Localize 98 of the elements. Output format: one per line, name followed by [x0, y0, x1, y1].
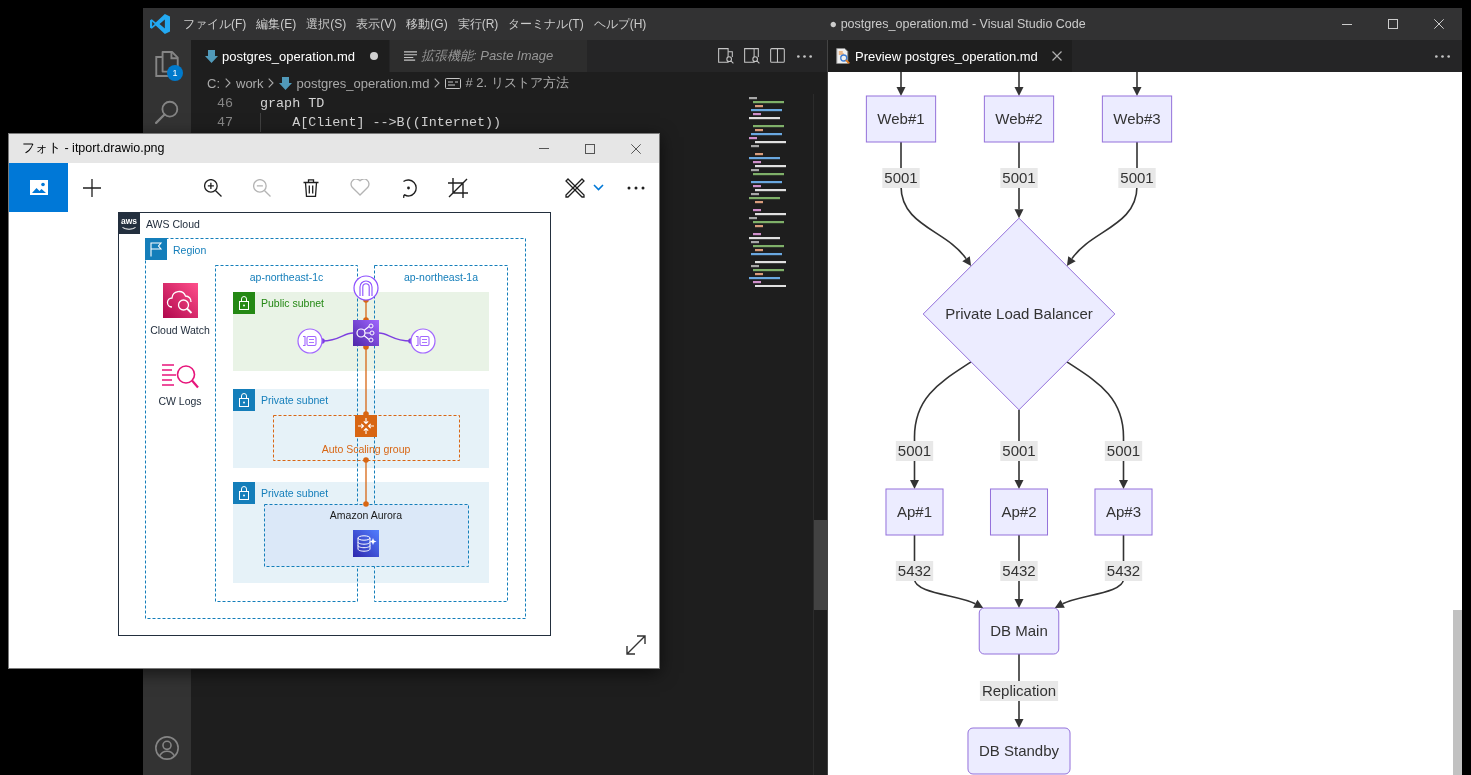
subnet-label: Private subnet — [261, 394, 329, 406]
menu-item[interactable]: ヘルプ(H) — [588, 8, 652, 40]
edge-label: 5432 — [895, 561, 934, 581]
breadcrumb-item[interactable]: C: — [207, 75, 220, 91]
flow-node: Web#3 — [1101, 95, 1173, 143]
flow-node: Web#2 — [983, 95, 1055, 143]
flag-icon — [145, 238, 167, 260]
arrows-inward-icon — [355, 415, 377, 437]
breadcrumb-item[interactable]: work — [236, 75, 264, 91]
breadcrumb-item[interactable]: postgres_operation.md — [279, 75, 430, 91]
edge-label: 5001 — [1104, 441, 1143, 461]
window-title: ● postgres_operation.md - Visual Studio Code — [829, 17, 1086, 31]
text-lines-icon — [404, 51, 417, 61]
more-icon[interactable] — [796, 54, 812, 58]
lock-icon — [233, 482, 255, 504]
zone-label: ap-northeast-1c — [249, 271, 324, 283]
window-title: フォト - itport.drawio.png — [22, 141, 165, 155]
edge-label: 5001 — [1000, 168, 1038, 188]
count-badge: 1 — [167, 65, 183, 81]
subnet-label: Public subnet — [261, 297, 325, 309]
group-label: Auto Scaling group — [321, 443, 411, 455]
edge-label: 5001 — [1118, 168, 1156, 188]
menu-item[interactable]: 選択(S) — [301, 8, 352, 40]
subnet-label: Private subnet — [261, 487, 329, 499]
zone-label: ap-northeast-1a — [403, 271, 479, 283]
network-node-icon — [410, 328, 436, 354]
edge-label: 5001 — [882, 168, 920, 188]
database-icon — [353, 530, 379, 557]
plus-icon[interactable] — [83, 178, 101, 197]
service-label: CW Logs — [158, 395, 202, 407]
menu-item[interactable]: ファイル(F) — [178, 8, 252, 40]
crop-icon[interactable] — [447, 177, 468, 198]
activity-item[interactable]: 1 — [143, 40, 191, 88]
app-logo-icon — [150, 14, 170, 34]
lock-icon — [233, 292, 255, 314]
edge-label: 5432 — [1104, 561, 1143, 581]
flow-node: DB Standby — [967, 727, 1071, 775]
scrollbar-thumb[interactable] — [814, 520, 827, 610]
down-arrow-icon — [205, 49, 218, 63]
logo-badge: aws — [118, 212, 140, 234]
flow-node: Ap#1 — [885, 488, 944, 536]
chevron-right-icon — [268, 78, 275, 88]
flow-node: Web#1 — [865, 95, 937, 143]
line-number: 47 — [215, 114, 233, 132]
split-editor-icon[interactable] — [770, 48, 786, 64]
edge-label: 5432 — [1000, 561, 1038, 581]
symbol-icon — [445, 77, 462, 89]
editor-tab[interactable]: 拡張機能: Paste Image — [390, 40, 589, 72]
flow-node: Ap#2 — [990, 488, 1048, 536]
line-number: 46 — [215, 95, 233, 113]
chevron-right-icon — [434, 78, 441, 88]
flow-node: Ap#3 — [1094, 488, 1153, 536]
lines-magnifier-icon — [161, 364, 199, 389]
edge-label: 5001 — [1000, 441, 1038, 461]
chevron-down-icon[interactable] — [592, 184, 604, 191]
code-line: graph TD — [260, 95, 325, 113]
decision-node: Private Load Balancer — [922, 217, 1116, 411]
maximize-icon[interactable] — [585, 143, 595, 154]
network-node-icon — [297, 328, 323, 354]
document-magnifier-icon — [836, 48, 851, 64]
trash-icon[interactable] — [302, 178, 319, 197]
menu-item[interactable]: ターミナル(T) — [503, 8, 589, 40]
down-arrow-icon — [279, 76, 293, 90]
preview-icon[interactable] — [744, 48, 760, 64]
breadcrumb-item[interactable]: # 2. リストア方法 — [445, 74, 569, 92]
menu-item[interactable]: 移動(G) — [401, 8, 453, 40]
expand-icon[interactable] — [626, 635, 646, 655]
account-icon[interactable] — [155, 736, 179, 760]
view-button[interactable] — [9, 163, 68, 212]
files-icon[interactable] — [155, 51, 179, 77]
menu-item[interactable]: 表示(V) — [351, 8, 402, 40]
more-icon[interactable] — [1434, 54, 1450, 58]
search-icon[interactable] — [155, 100, 179, 124]
load-balancer-icon — [353, 320, 379, 346]
group-label: Amazon Aurora — [329, 509, 403, 521]
editor-tab[interactable]: Preview postgres_operation.md — [828, 40, 1073, 72]
zoom-in-icon[interactable] — [203, 178, 222, 197]
close-icon[interactable] — [631, 143, 641, 154]
group-label: AWS Cloud — [146, 218, 200, 230]
close-icon[interactable] — [1051, 51, 1062, 61]
pencil-brush-icon[interactable] — [564, 177, 585, 198]
more-icon[interactable] — [627, 185, 645, 190]
menu-item[interactable]: 編集(E) — [251, 8, 302, 40]
edge-label: 5001 — [895, 441, 934, 461]
cloud-magnifier-icon — [163, 283, 198, 318]
scrollbar-thumb[interactable] — [1453, 610, 1462, 775]
picture-icon[interactable] — [29, 180, 48, 195]
group-label: Region — [173, 244, 207, 256]
gateway-icon — [353, 275, 379, 301]
edge-label: Replication — [979, 681, 1059, 701]
service-label: Cloud Watch — [150, 324, 210, 336]
connector-line — [363, 457, 369, 507]
chevron-right-icon — [225, 78, 231, 88]
editor-tab[interactable]: postgres_operation.md — [191, 40, 390, 72]
flow-node: DB Main — [978, 607, 1060, 655]
preview-icon[interactable] — [718, 48, 734, 64]
lock-icon — [233, 389, 255, 411]
menu-item[interactable]: 実行(R) — [452, 8, 504, 40]
